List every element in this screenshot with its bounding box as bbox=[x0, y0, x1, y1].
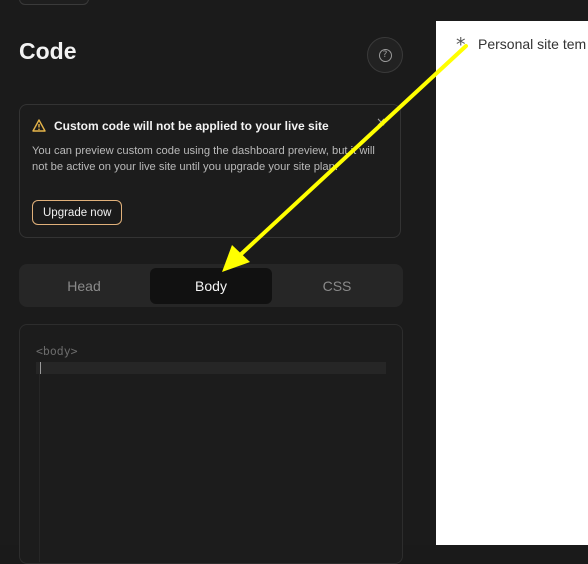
alert-body: You can preview custom code using the da… bbox=[32, 145, 375, 173]
tab-body[interactable]: Body bbox=[150, 268, 272, 304]
tab-head[interactable]: Head bbox=[23, 268, 145, 304]
close-icon[interactable]: × bbox=[376, 115, 386, 129]
editor-gutter bbox=[39, 362, 40, 562]
editor-active-line[interactable] bbox=[36, 362, 386, 374]
asterisk-icon: * bbox=[456, 34, 466, 56]
warning-alert: Custom code will not be applied to your … bbox=[19, 104, 401, 238]
editor-line-1: <body> bbox=[36, 344, 78, 358]
question-circle-icon: ? bbox=[378, 48, 392, 62]
top-control-stub[interactable] bbox=[19, 0, 89, 5]
page-title: Code bbox=[19, 38, 77, 64]
preview-toolbar bbox=[436, 0, 588, 21]
code-editor[interactable]: <body> bbox=[19, 324, 403, 564]
code-panel: Code ? Custom code will not be applied t… bbox=[0, 0, 436, 564]
warning-triangle-icon bbox=[32, 119, 46, 132]
help-button[interactable]: ? bbox=[367, 37, 403, 73]
tab-css[interactable]: CSS bbox=[276, 268, 398, 304]
upgrade-now-button[interactable]: Upgrade now bbox=[32, 200, 123, 225]
site-preview: * Personal site tem bbox=[436, 21, 588, 545]
preview-site-title: Personal site tem bbox=[478, 36, 587, 52]
text-cursor bbox=[40, 362, 41, 374]
alert-title: Custom code will not be applied to your … bbox=[54, 119, 329, 133]
code-tabs: Head Body CSS bbox=[19, 264, 403, 307]
